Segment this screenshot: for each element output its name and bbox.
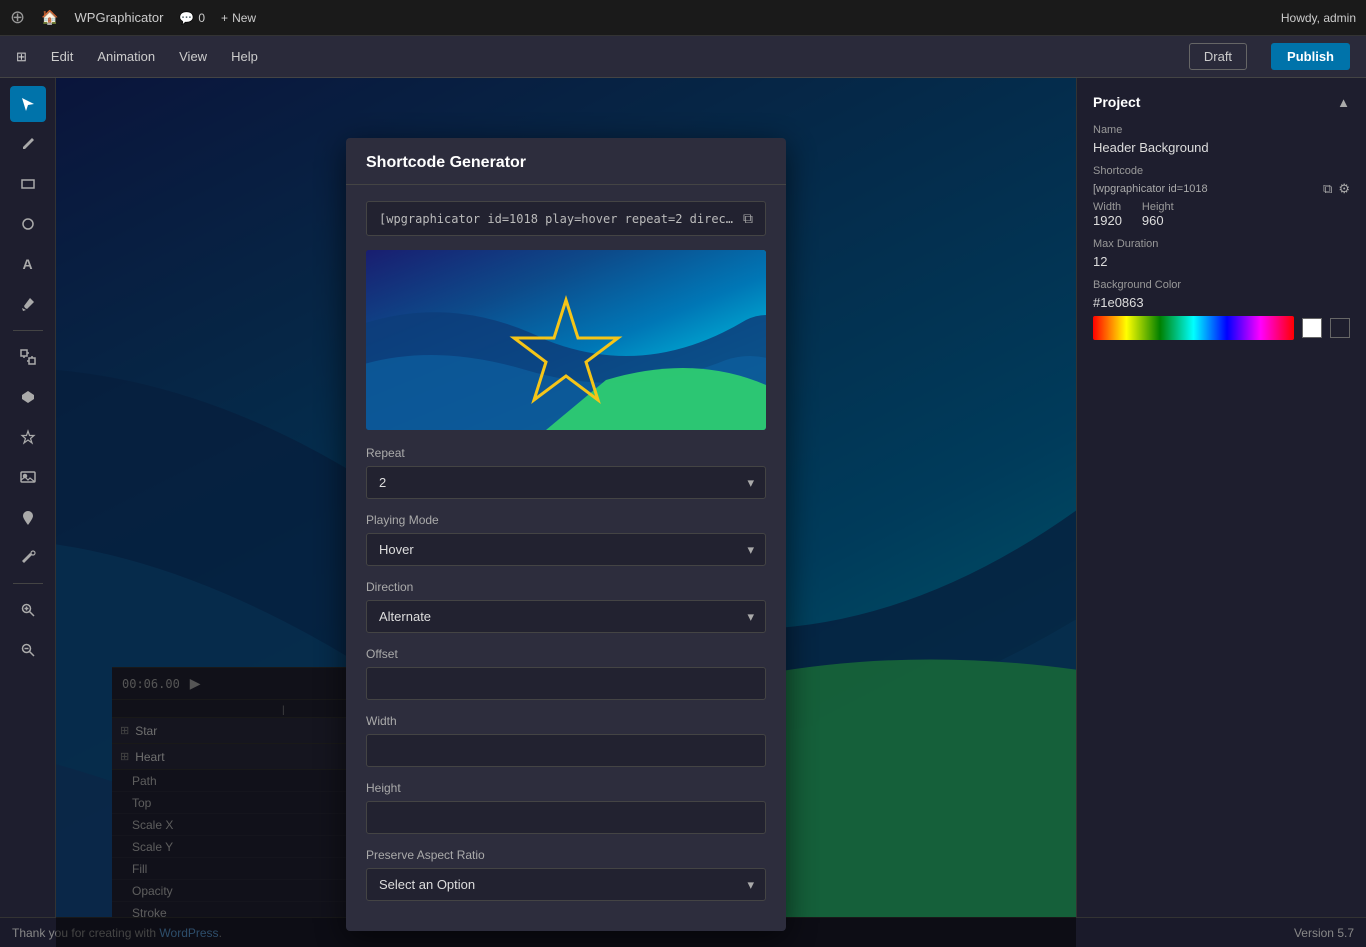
main-layout: A: [0, 78, 1366, 947]
star-tool[interactable]: [10, 419, 46, 455]
height-dim-label: Height: [1142, 201, 1174, 213]
howdy-text: Howdy, admin: [1281, 11, 1356, 25]
menu-animation[interactable]: Animation: [97, 49, 155, 64]
width-dim-label: Width: [1093, 201, 1122, 213]
shortcode-row: [wpgraphicator id=1018 ⧉ ⚙: [1093, 181, 1350, 197]
playing-mode-label: Playing Mode: [366, 513, 766, 527]
modal-header: Shortcode Generator: [346, 138, 786, 185]
shortcode-value: [wpgraphicator id=1018: [1093, 183, 1317, 195]
direction-label: Direction: [366, 580, 766, 594]
paint-tool[interactable]: [10, 539, 46, 575]
direction-select-wrapper: Alternate Normal Reverse Alternate Rever…: [366, 600, 766, 633]
menu-edit[interactable]: Edit: [51, 49, 73, 64]
secondary-toolbar: ⊞ Edit Animation View Help Draft Publish: [0, 36, 1366, 78]
offset-field: Offset: [366, 647, 766, 700]
width-input[interactable]: [366, 734, 766, 767]
playing-mode-select-wrapper: Hover Auto Click Scroll: [366, 533, 766, 566]
zoom-out-tool[interactable]: [10, 632, 46, 668]
modal-title: Shortcode Generator: [366, 154, 526, 171]
offset-label: Offset: [366, 647, 766, 661]
width-dim: Width 1920: [1093, 201, 1122, 228]
site-name[interactable]: WPGraphicator: [75, 10, 164, 25]
bg-color-label: Background Color: [1093, 279, 1350, 291]
comments-icon: 💬: [179, 11, 194, 25]
width-field: Width: [366, 714, 766, 767]
tool-divider-1: [13, 330, 43, 331]
color-white-box[interactable]: [1302, 318, 1322, 338]
direction-field: Direction Alternate Normal Reverse Alter…: [366, 580, 766, 633]
settings-shortcode-icon[interactable]: ⚙: [1338, 181, 1350, 197]
color-swatch-bar[interactable]: [1093, 316, 1294, 340]
height-label: Height: [366, 781, 766, 795]
direction-select[interactable]: Alternate Normal Reverse Alternate Rever…: [366, 600, 766, 633]
shortcode-display-text: [wpgraphicator id=1018 play=hover repeat…: [379, 212, 735, 226]
copy-icon[interactable]: ⧉: [743, 210, 753, 227]
text-tool[interactable]: A: [10, 246, 46, 282]
playing-mode-field: Playing Mode Hover Auto Click Scroll: [366, 513, 766, 566]
brush-tool[interactable]: [10, 286, 46, 322]
name-value: Header Background: [1093, 140, 1350, 155]
comments-count: 0: [198, 11, 205, 25]
fill-tool[interactable]: [10, 499, 46, 535]
max-duration-value: 12: [1093, 254, 1350, 269]
color-preview-row: [1093, 316, 1350, 340]
canvas-area: 00:06.00 ▶ | 1 2 3 4 5 6 7 8 9 10 11: [56, 78, 1076, 947]
publish-button[interactable]: Publish: [1271, 43, 1350, 70]
width-dim-value: 1920: [1093, 213, 1122, 228]
height-dim-value: 960: [1142, 213, 1174, 228]
preserve-aspect-select[interactable]: Select an Option Yes No: [366, 868, 766, 901]
playing-mode-select[interactable]: Hover Auto Click Scroll: [366, 533, 766, 566]
height-input[interactable]: [366, 801, 766, 834]
shortcode-generator-modal: Shortcode Generator [wpgraphicator id=10…: [346, 138, 786, 931]
node-tool[interactable]: [10, 379, 46, 415]
name-label: Name: [1093, 124, 1350, 136]
shortcode-display-row: [wpgraphicator id=1018 play=hover repeat…: [366, 201, 766, 236]
repeat-label: Repeat: [366, 446, 766, 460]
panel-collapse-icon[interactable]: ▲: [1337, 95, 1350, 110]
modal-preview: [366, 250, 766, 430]
image-tool[interactable]: [10, 459, 46, 495]
right-panel: Project ▲ Name Header Background Shortco…: [1076, 78, 1366, 947]
cursor-tool[interactable]: [10, 86, 46, 122]
menu-help[interactable]: Help: [231, 49, 258, 64]
wp-admin-bar: ⊕ 🏠 WPGraphicator 💬 0 + New Howdy, admin: [0, 0, 1366, 36]
offset-input[interactable]: [366, 667, 766, 700]
height-dim: Height 960: [1142, 201, 1174, 228]
rect-tool[interactable]: [10, 166, 46, 202]
shortcode-label: Shortcode: [1093, 165, 1350, 177]
panel-section-header: Project ▲: [1093, 94, 1350, 110]
preserve-aspect-field: Preserve Aspect Ratio Select an Option Y…: [366, 848, 766, 901]
dimensions-row: Width 1920 Height 960: [1093, 201, 1350, 228]
menu-view[interactable]: View: [179, 49, 207, 64]
draft-button[interactable]: Draft: [1189, 43, 1247, 70]
zoom-in-tool[interactable]: [10, 592, 46, 628]
circle-tool[interactable]: [10, 206, 46, 242]
tool-divider-2: [13, 583, 43, 584]
preserve-aspect-label: Preserve Aspect Ratio: [366, 848, 766, 862]
pen-tool[interactable]: [10, 126, 46, 162]
bg-color-value: #1e0863: [1093, 295, 1350, 310]
repeat-select[interactable]: 2 1 3 infinite: [366, 466, 766, 499]
repeat-field: Repeat 2 1 3 infinite: [366, 446, 766, 499]
version-text: Version 5.7: [1294, 926, 1354, 940]
wp-icon[interactable]: ⊞: [16, 49, 27, 65]
max-duration-label: Max Duration: [1093, 238, 1350, 250]
home-icon: 🏠: [41, 9, 58, 26]
modal-body: [wpgraphicator id=1018 play=hover repeat…: [346, 185, 786, 931]
height-field: Height: [366, 781, 766, 834]
plus-icon: +: [221, 11, 228, 25]
left-toolbar: A: [0, 78, 56, 947]
color-dark-box[interactable]: [1330, 318, 1350, 338]
wp-logo-icon: ⊕: [10, 7, 25, 28]
new-button[interactable]: + New: [221, 11, 256, 25]
modal-overlay: Shortcode Generator [wpgraphicator id=10…: [56, 78, 1076, 947]
transform-tool[interactable]: [10, 339, 46, 375]
comments-link[interactable]: 💬 0: [179, 11, 205, 25]
copy-shortcode-icon[interactable]: ⧉: [1323, 181, 1332, 197]
width-label: Width: [366, 714, 766, 728]
repeat-select-wrapper: 2 1 3 infinite: [366, 466, 766, 499]
panel-title: Project: [1093, 94, 1140, 110]
preserve-aspect-select-wrapper: Select an Option Yes No: [366, 868, 766, 901]
